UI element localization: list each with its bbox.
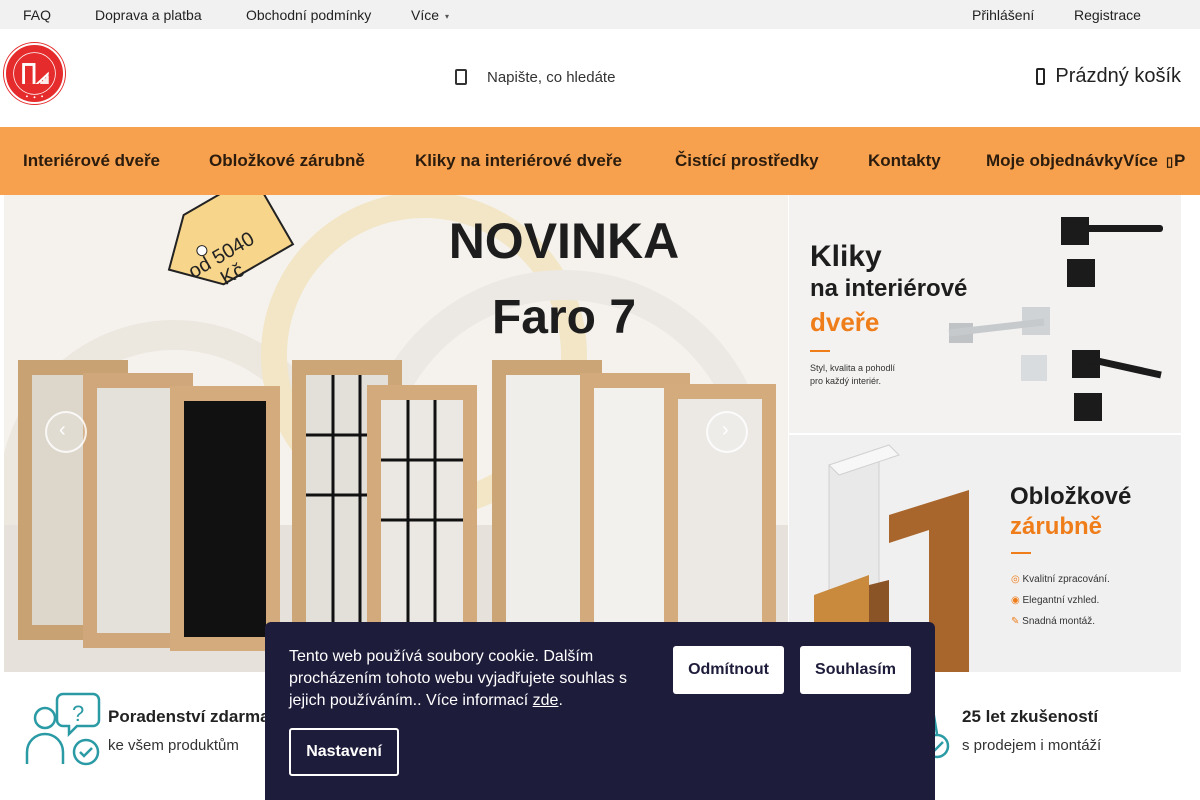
banner1-divider xyxy=(810,350,830,352)
logo-icon xyxy=(6,45,63,102)
nav-more-icon: ▯ xyxy=(1166,154,1174,169)
banner1-title-accent: dveře xyxy=(810,307,880,337)
more-menu[interactable]: Více xyxy=(411,7,449,23)
door-group-3 xyxy=(492,360,776,656)
search-icon xyxy=(455,69,467,85)
hero-subtitle: Faro 7 xyxy=(491,291,637,344)
header: Napište, co hledáte Prázdný košík xyxy=(0,29,1200,127)
cookie-text: Tento web používá soubory cookie. Dalším… xyxy=(289,648,627,709)
banner1-desc1: Styl, kvalita a pohodlí xyxy=(810,363,896,373)
search-input[interactable]: Napište, co hledáte xyxy=(487,69,615,86)
nav-interior-doors[interactable]: Interiérové dveře xyxy=(23,151,160,171)
cart-button[interactable]: Prázdný košík xyxy=(1036,65,1181,88)
banner1-title-line2: na interiérové xyxy=(810,275,968,302)
svg-text:?: ? xyxy=(72,701,84,726)
chevron-right-icon: › xyxy=(722,419,729,441)
chevron-left-icon: ‹ xyxy=(59,419,66,441)
banner1-title-line1: Kliky xyxy=(810,240,882,273)
feature-2-title: 25 let zkušeností xyxy=(962,707,1099,726)
nav-my-orders[interactable]: Moje objednávky xyxy=(986,151,1123,171)
consulting-icon: ? xyxy=(25,692,101,766)
cookie-banner: Tento web používá soubory cookie. Dalším… xyxy=(265,622,935,800)
nav-more[interactable]: Více xyxy=(1123,151,1158,171)
banner2-divider xyxy=(1011,552,1031,554)
banner2-title-accent: zárubně xyxy=(1010,513,1103,540)
cart-icon xyxy=(1036,68,1046,85)
side-banners: Kliky na interiérové dveře Styl, kvalita… xyxy=(789,195,1181,672)
nav-overflow-item[interactable]: P xyxy=(1174,151,1185,171)
logo[interactable] xyxy=(4,43,65,104)
banner2-title: Obložkové xyxy=(1010,483,1132,510)
settings-button[interactable]: Nastavení xyxy=(289,728,399,776)
login-link[interactable]: Přihlášení xyxy=(972,7,1034,23)
door-group-1 xyxy=(18,360,280,651)
terms-link[interactable]: Obchodní podmínky xyxy=(246,7,371,23)
next-slide-button[interactable]: › xyxy=(706,411,748,453)
banner2-point-2: ◉ Elegantní vzhled. xyxy=(1011,595,1100,606)
main-nav: Interiérové dveře Obložkové zárubně Klik… xyxy=(0,127,1200,195)
banner2-point-3: ✎ Snadná montáž. xyxy=(1011,616,1095,627)
prev-slide-button[interactable]: ‹ xyxy=(45,411,87,453)
register-link[interactable]: Registrace xyxy=(1074,7,1141,23)
hero-title: NOVINKA xyxy=(448,213,680,269)
door-group-2 xyxy=(292,360,477,657)
award-icon: ◎ xyxy=(1011,574,1020,585)
nav-door-handles[interactable]: Kliky na interiérové dveře xyxy=(415,151,622,171)
reject-button[interactable]: Odmítnout xyxy=(673,646,784,694)
eye-icon: ◉ xyxy=(1011,595,1020,606)
feature-2-sub: s prodejem i montáží xyxy=(962,737,1102,754)
banner1-desc2: pro každý interiér. xyxy=(810,376,882,386)
banner-handles[interactable]: Kliky na interiérové dveře Styl, kvalita… xyxy=(789,195,1181,433)
cookie-info-link[interactable]: zde xyxy=(533,692,559,709)
nav-door-frames[interactable]: Obložkové zárubně xyxy=(209,151,365,171)
accept-button[interactable]: Souhlasím xyxy=(800,646,911,694)
feature-1-title: Poradenství zdarma xyxy=(108,707,270,726)
feature-1-sub: ke všem produktům xyxy=(108,737,239,754)
nav-contacts[interactable]: Kontakty xyxy=(868,151,941,171)
wrench-icon: ✎ xyxy=(1011,616,1020,627)
search-bar[interactable]: Napište, co hledáte xyxy=(455,65,615,89)
shipping-link[interactable]: Doprava a platba xyxy=(95,7,202,23)
cart-label: Prázdný košík xyxy=(1055,65,1181,87)
faq-link[interactable]: FAQ xyxy=(23,7,51,23)
top-bar: FAQ Doprava a platba Obchodní podmínky V… xyxy=(0,0,1200,29)
nav-cleaning[interactable]: Čistící prostředky xyxy=(675,151,819,171)
banner2-point-1: ◎ Kvalitní zpracování. xyxy=(1011,574,1110,585)
hero-slider[interactable]: od 5040 Kč NOVINKA Faro 7 ‹ › xyxy=(4,195,788,672)
